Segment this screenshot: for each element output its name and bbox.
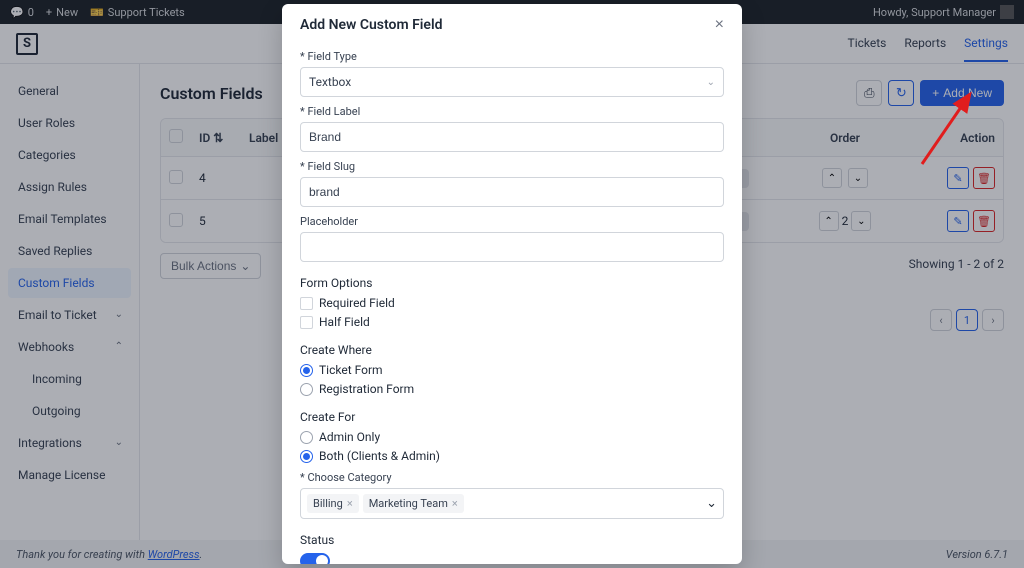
half-field-checkbox[interactable]: Half Field [300,315,724,329]
category-tag: Marketing Team × [363,494,464,513]
modal-overlay[interactable]: Add New Custom Field × * Field Type Text… [0,0,1024,568]
label-field-type: * Field Type [300,50,724,63]
label-status: Status [300,533,724,547]
section-form-options: Form Options [300,276,724,290]
radio-both[interactable]: Both (Clients & Admin) [300,449,724,463]
radio-icon [300,383,313,396]
category-tag: Billing × [307,494,359,513]
checkbox-icon [300,297,313,310]
status-toggle[interactable] [300,553,330,564]
placeholder-input[interactable] [300,232,724,262]
label-placeholder: Placeholder [300,215,724,228]
label-field-slug: * Field Slug [300,160,724,173]
label-field-label: * Field Label [300,105,724,118]
close-icon: × [715,16,724,33]
required-field-checkbox[interactable]: Required Field [300,296,724,310]
add-custom-field-modal: Add New Custom Field × * Field Type Text… [282,4,742,564]
tag-remove-button[interactable]: × [452,497,458,510]
radio-icon [300,450,313,463]
choose-category-select[interactable]: Billing × Marketing Team × ⌄ [300,488,724,519]
label-choose-category: * Choose Category [300,471,724,484]
tag-remove-button[interactable]: × [347,497,353,510]
radio-ticket-form[interactable]: Ticket Form [300,363,724,377]
section-create-for: Create For [300,410,724,424]
checkbox-icon [300,316,313,329]
field-slug-input[interactable] [300,177,724,207]
radio-admin-only[interactable]: Admin Only [300,430,724,444]
field-label-input[interactable] [300,122,724,152]
radio-registration-form[interactable]: Registration Form [300,382,724,396]
field-type-select[interactable]: Textbox⌄ [300,67,724,97]
radio-icon [300,431,313,444]
radio-icon [300,364,313,377]
modal-title: Add New Custom Field [300,17,443,33]
chevron-down-icon: ⌄ [706,496,717,511]
chevron-down-icon: ⌄ [707,77,715,88]
section-create-where: Create Where [300,343,724,357]
modal-close-button[interactable]: × [715,16,724,34]
